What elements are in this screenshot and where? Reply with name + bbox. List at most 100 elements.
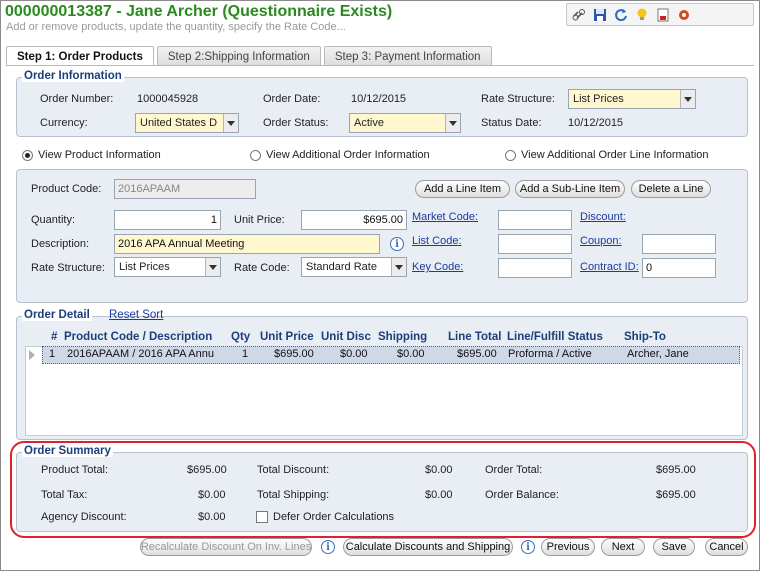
view-product-radio[interactable]: View Product Information <box>22 149 161 161</box>
line-rate-structure-label: Rate Structure: <box>31 262 105 274</box>
tab-strip: Step 1: Order Products Step 2:Shipping I… <box>6 46 492 66</box>
tab-shipping-information[interactable]: Step 2:Shipping Information <box>156 46 321 66</box>
row-pointer-icon <box>29 350 35 360</box>
discount-link[interactable]: Discount: <box>580 211 626 223</box>
info-icon[interactable]: i <box>390 237 404 251</box>
link-icon[interactable] <box>571 7 587 23</box>
product-code-label: Product Code: <box>31 183 102 195</box>
status-date-label: Status Date: <box>481 117 542 129</box>
order-status-selected: Active <box>354 117 384 129</box>
cell-unit-disc: $0.00 <box>340 348 368 360</box>
line-rate-structure-select[interactable]: List Prices <box>114 257 221 277</box>
cancel-button[interactable]: Cancel <box>705 538 748 556</box>
tools-icon[interactable] <box>676 7 692 23</box>
cell-number: 1 <box>49 348 56 360</box>
lightbulb-icon[interactable] <box>634 7 650 23</box>
page-title: 000000013387 - Jane Archer (Questionnair… <box>5 3 393 20</box>
cell-unit-price: $695.00 <box>274 348 314 360</box>
column-header-ship-to[interactable]: Ship-To <box>624 331 666 343</box>
rate-structure-selected: List Prices <box>573 93 624 105</box>
currency-label: Currency: <box>40 117 88 129</box>
order-information-legend: Order Information <box>22 70 124 82</box>
highlight-annotation <box>10 441 756 538</box>
save-button[interactable]: Save <box>653 538 695 556</box>
chevron-down-icon[interactable] <box>205 258 220 276</box>
quantity-input[interactable] <box>114 210 221 230</box>
add-sub-line-item-button[interactable]: Add a Sub-Line Item <box>515 180 625 198</box>
rate-code-label: Rate Code: <box>234 262 290 274</box>
order-date-label: Order Date: <box>263 93 321 105</box>
column-header-unit-disc[interactable]: Unit Disc <box>321 331 371 343</box>
add-line-item-button[interactable]: Add a Line Item <box>415 180 510 198</box>
column-header-line-status[interactable]: Line/Fulfill Status <box>507 331 603 343</box>
column-header-product-code[interactable]: Product Code / Description <box>64 331 212 343</box>
save-icon[interactable] <box>592 7 608 23</box>
rate-code-selected: Standard Rate <box>306 261 377 273</box>
order-status-label: Order Status: <box>263 117 329 129</box>
coupon-input[interactable] <box>642 234 716 254</box>
calculate-discounts-button[interactable]: Calculate Discounts and Shipping <box>343 538 513 556</box>
unit-price-input[interactable] <box>301 210 407 230</box>
view-additional-order-label: View Additional Order Information <box>266 149 430 161</box>
line-rate-structure-selected: List Prices <box>119 261 170 273</box>
cell-line-status: Proforma / Active <box>508 348 592 360</box>
chevron-down-icon[interactable] <box>445 114 460 132</box>
info-icon[interactable]: i <box>521 540 535 554</box>
column-header-qty[interactable]: Qty <box>231 331 250 343</box>
coupon-link[interactable]: Coupon: <box>580 235 622 247</box>
contract-id-link[interactable]: Contract ID: <box>580 261 639 273</box>
contract-id-input[interactable] <box>642 258 716 278</box>
product-code-input[interactable] <box>114 179 256 199</box>
refresh-icon[interactable] <box>613 7 629 23</box>
order-detail-grid-header: # Product Code / Description Qty Unit Pr… <box>25 330 743 346</box>
radio-selected-icon <box>22 149 33 161</box>
chevron-down-icon[interactable] <box>223 114 238 132</box>
info-icon[interactable]: i <box>321 540 335 554</box>
unit-price-label: Unit Price: <box>234 214 285 226</box>
order-date-value: 10/12/2015 <box>351 93 407 105</box>
cell-line-total: $695.00 <box>457 348 497 360</box>
currency-select[interactable]: United States D <box>135 113 239 133</box>
cell-qty: 1 <box>242 348 249 360</box>
order-number-value: 1000045928 <box>137 93 199 105</box>
reset-sort-link[interactable]: Reset Sort <box>109 309 163 321</box>
list-code-link[interactable]: List Code: <box>412 235 462 247</box>
column-header-line-total[interactable]: Line Total <box>448 331 501 343</box>
key-code-input[interactable] <box>498 258 572 278</box>
status-date-value: 10/12/2015 <box>568 117 624 129</box>
column-header-unit-price[interactable]: Unit Price <box>260 331 314 343</box>
recalculate-discount-button[interactable]: Recalculate Discount On Inv. Lines <box>140 538 312 556</box>
description-label: Description: <box>31 238 90 250</box>
list-code-input[interactable] <box>498 234 572 254</box>
rate-code-select[interactable]: Standard Rate <box>301 257 407 277</box>
view-additional-line-label: View Additional Order Line Information <box>521 149 709 161</box>
view-product-label: View Product Information <box>38 149 161 161</box>
previous-button[interactable]: Previous <box>541 538 595 556</box>
chevron-down-icon[interactable] <box>680 90 695 108</box>
report-icon[interactable] <box>655 7 671 23</box>
description-input[interactable] <box>114 234 380 254</box>
order-number-label: Order Number: <box>40 93 114 105</box>
next-button[interactable]: Next <box>601 538 645 556</box>
radio-icon <box>505 149 516 161</box>
view-additional-order-radio[interactable]: View Additional Order Information <box>250 149 430 161</box>
order-status-select[interactable]: Active <box>349 113 461 133</box>
key-code-link[interactable]: Key Code: <box>412 261 463 273</box>
radio-icon <box>250 149 261 161</box>
delete-line-button[interactable]: Delete a Line <box>631 180 711 198</box>
table-row[interactable]: 1 2016APAAM / 2016 APA Annu 1 $695.00 $0… <box>42 346 740 364</box>
cell-shipping: $0.00 <box>397 348 425 360</box>
currency-selected: United States D <box>140 117 218 129</box>
view-additional-line-radio[interactable]: View Additional Order Line Information <box>505 149 709 161</box>
chevron-down-icon[interactable] <box>391 258 406 276</box>
column-header-number[interactable]: # <box>51 331 57 343</box>
tab-order-products[interactable]: Step 1: Order Products <box>6 46 154 66</box>
rate-structure-select[interactable]: List Prices <box>568 89 696 109</box>
market-code-input[interactable] <box>498 210 572 230</box>
order-detail-legend: Order Detail <box>22 309 92 321</box>
quantity-label: Quantity: <box>31 214 76 226</box>
tab-payment-information[interactable]: Step 3: Payment Information <box>323 46 492 66</box>
market-code-link[interactable]: Market Code: <box>412 211 478 223</box>
column-header-shipping[interactable]: Shipping <box>378 331 427 343</box>
toolbar <box>566 3 754 26</box>
